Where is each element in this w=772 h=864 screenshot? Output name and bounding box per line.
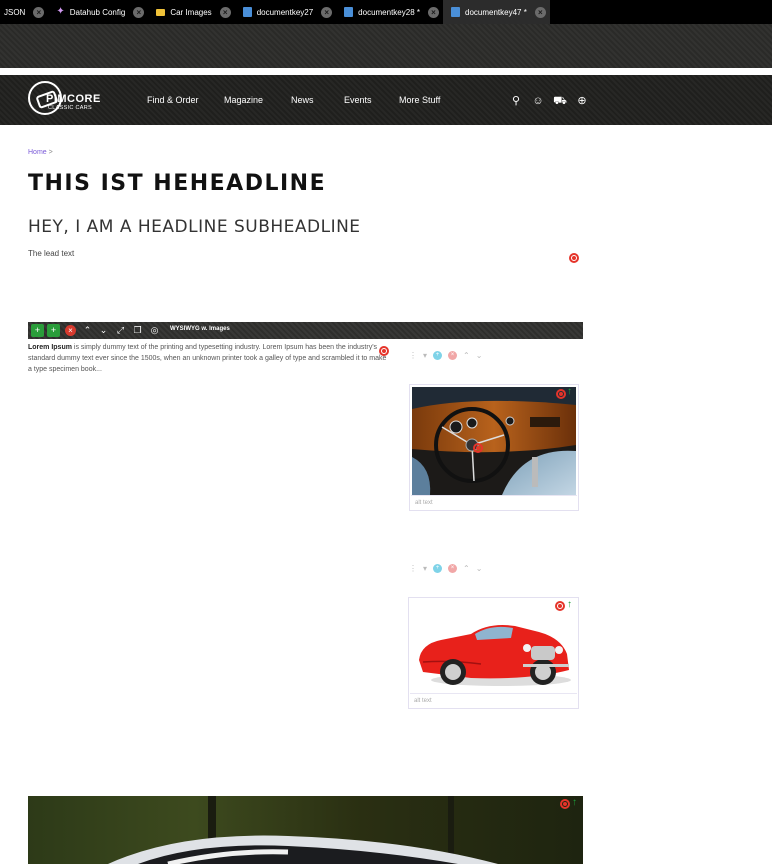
areablock-toolbar: + + × ⌃ ⌄ ⤢ ❐ ◎ WYSIWYG w. Images	[28, 322, 583, 339]
breadcrumb: Home >	[28, 149, 53, 156]
nav-item-magazine[interactable]: Magazine	[224, 95, 291, 105]
site-header: PIMCORE CLASSIC CARS Find & Order Magazi…	[0, 73, 772, 125]
wysiwyg-body: is simply dummy text of the printing and…	[28, 344, 387, 373]
upload-icon[interactable]: ↑	[567, 387, 572, 397]
editor-toolbar-strip	[0, 24, 772, 68]
close-icon[interactable]: ×	[428, 6, 439, 18]
up-icon[interactable]: ⌃	[463, 351, 470, 360]
target-icon[interactable]	[555, 601, 565, 611]
image-editable[interactable]: ↑ alt text	[409, 384, 579, 511]
cart-icon[interactable]: ⛟	[549, 95, 571, 107]
remove-icon[interactable]: ×	[448, 564, 458, 573]
editor-tab-bar: JSON × ✦ Datahub Config × Car Images × d…	[0, 0, 772, 24]
copy-icon[interactable]: ❐	[131, 324, 144, 337]
close-icon[interactable]: ×	[133, 6, 145, 18]
alt-text-field[interactable]: alt text	[411, 495, 577, 509]
tab-label: JSON	[4, 7, 26, 17]
site-logo[interactable]: PIMCORE CLASSIC CARS	[28, 81, 101, 121]
tab-label: documentkey27	[256, 7, 314, 17]
sparkle-icon: ✦	[56, 6, 65, 17]
handle-icon[interactable]: ⋮	[409, 564, 417, 573]
hide-icon[interactable]: ◎	[148, 324, 161, 337]
page-subheadline[interactable]: HEY, I AM A HEADLINE SUBHEADLINE	[28, 217, 361, 237]
breadcrumb-separator: >	[48, 149, 53, 156]
tab-documentkey47[interactable]: documentkey47 * ×	[443, 0, 550, 24]
add-icon[interactable]: +	[433, 351, 443, 360]
nav-item-more-stuff[interactable]: More Stuff	[399, 95, 440, 105]
dropdown-icon[interactable]: ▾	[423, 351, 427, 360]
header-icons: ⚲ ☺ ⛟ ⊕	[505, 95, 593, 107]
target-icon[interactable]	[569, 253, 579, 263]
image-editable-tools: ⋮ ▾ + × ⌃ ⌄	[409, 351, 488, 360]
car-interior-image	[412, 387, 576, 495]
tab-car-images[interactable]: Car Images ×	[148, 0, 234, 24]
car-photo	[28, 796, 583, 864]
image-editable[interactable]: ↑ alt text	[408, 597, 579, 709]
up-icon[interactable]: ⌃	[463, 564, 470, 573]
page-headline[interactable]: THIS IST HEHEADLINE	[28, 171, 326, 196]
search-icon[interactable]: ⚲	[505, 95, 527, 107]
lead-text[interactable]: The lead text	[28, 249, 74, 258]
remove-icon[interactable]: ×	[65, 325, 76, 336]
tab-json[interactable]: JSON ×	[0, 0, 48, 24]
move-up-icon[interactable]: ⌃	[81, 324, 94, 337]
document-icon	[451, 7, 460, 17]
close-icon[interactable]: ×	[219, 6, 231, 18]
add-above-icon[interactable]: +	[31, 324, 44, 337]
image-editable-tools: ⋮ ▾ + × ⌃ ⌄	[409, 564, 488, 573]
user-icon[interactable]: ☺	[527, 95, 549, 107]
tab-label: Car Images	[170, 7, 212, 17]
wysiwyg-bold: Lorem Ipsum	[28, 344, 72, 351]
target-icon[interactable]	[560, 799, 570, 809]
tab-label: documentkey28 *	[358, 7, 420, 17]
tab-label: Datahub Config	[69, 7, 126, 17]
tab-datahub-config[interactable]: ✦ Datahub Config ×	[48, 0, 148, 24]
close-icon[interactable]: ×	[321, 6, 333, 18]
target-icon[interactable]	[473, 443, 483, 453]
red-car-image	[411, 600, 576, 692]
nav-item-events[interactable]: Events	[344, 95, 399, 105]
down-icon[interactable]: ⌄	[476, 351, 483, 360]
featured-image[interactable]: ↑	[28, 796, 583, 864]
document-icon	[344, 7, 354, 17]
upload-icon[interactable]: ↑	[567, 600, 572, 610]
remove-icon[interactable]: ×	[448, 351, 458, 360]
main-nav: Find & Order Magazine News Events More S…	[147, 95, 440, 105]
move-down-icon[interactable]: ⌄	[97, 324, 110, 337]
nav-item-news[interactable]: News	[291, 95, 344, 105]
logo-brand: PIMCORE	[46, 93, 101, 105]
nav-item-find-order[interactable]: Find & Order	[147, 95, 224, 105]
folder-icon	[156, 8, 166, 16]
tab-documentkey27[interactable]: documentkey27 ×	[235, 0, 336, 24]
alt-text-field[interactable]: alt text	[410, 693, 577, 707]
handle-icon[interactable]: ⋮	[409, 351, 417, 360]
add-below-icon[interactable]: +	[47, 324, 60, 337]
tab-label: documentkey47 *	[465, 7, 527, 17]
close-icon[interactable]: ×	[534, 6, 546, 18]
globe-icon[interactable]: ⊕	[571, 95, 593, 107]
add-icon[interactable]: +	[433, 564, 443, 573]
target-icon[interactable]	[556, 389, 566, 399]
upload-icon[interactable]: ↑	[572, 798, 577, 808]
logo-subtitle: CLASSIC CARS	[48, 105, 92, 111]
wysiwyg-text[interactable]: Lorem Ipsum is simply dummy text of the …	[28, 342, 390, 375]
document-icon	[242, 7, 252, 17]
dropdown-icon[interactable]: ▾	[423, 564, 427, 573]
areablock-label: WYSIWYG w. Images	[170, 326, 230, 332]
down-icon[interactable]: ⌄	[476, 564, 483, 573]
close-icon[interactable]: ×	[33, 6, 45, 18]
expand-icon[interactable]: ⤢	[114, 324, 127, 337]
breadcrumb-home[interactable]: Home	[28, 149, 47, 156]
tab-documentkey28[interactable]: documentkey28 * ×	[336, 0, 443, 24]
